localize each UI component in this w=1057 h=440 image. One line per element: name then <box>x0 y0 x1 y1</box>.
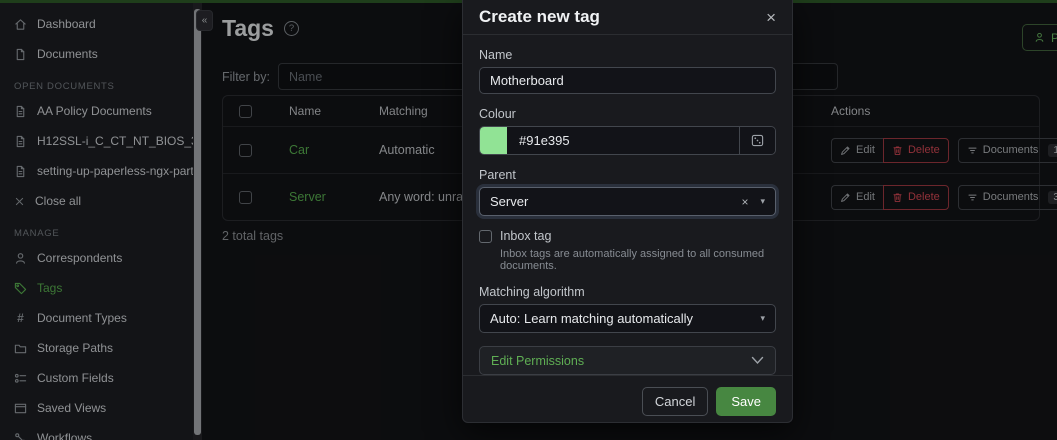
matching-algorithm-select[interactable]: Auto: Learn matching automatically ▾ <box>479 304 776 333</box>
colour-input-group <box>479 126 776 155</box>
matching-algorithm-value: Auto: Learn matching automatically <box>490 311 760 326</box>
create-tag-modal: Create new tag × Name Colour Parent <box>462 0 793 423</box>
modal-footer: Cancel Save <box>463 375 792 427</box>
matching-algorithm-label: Matching algorithm <box>479 285 776 299</box>
chevron-down-icon[interactable]: ▾ <box>760 196 765 207</box>
edit-permissions-accordion[interactable]: Edit Permissions <box>479 346 776 375</box>
inbox-tag-label: Inbox tag <box>500 229 551 243</box>
clear-parent-icon[interactable]: × <box>741 195 748 209</box>
chevron-down-icon[interactable]: ▾ <box>760 313 765 324</box>
parent-select[interactable]: Server × ▾ <box>479 187 776 216</box>
chevron-down-icon <box>751 356 764 365</box>
edit-permissions-label: Edit Permissions <box>491 354 584 368</box>
random-colour-button[interactable] <box>739 127 775 154</box>
save-button[interactable]: Save <box>716 387 776 416</box>
name-field-label: Name <box>479 48 776 62</box>
modal-body: Name Colour Parent Server × ▾ <box>463 35 792 375</box>
colour-hex-input[interactable] <box>507 127 739 154</box>
inbox-tag-hint: Inbox tags are automatically assigned to… <box>500 248 776 272</box>
tag-name-input[interactable] <box>479 67 776 94</box>
modal-title: Create new tag <box>479 7 600 27</box>
modal-close-icon[interactable]: × <box>766 9 776 26</box>
colour-swatch[interactable] <box>480 127 507 154</box>
paperless-app: Dashboard Documents OPEN DOCUMENTS AA Po… <box>0 0 1057 440</box>
inbox-tag-checkbox[interactable] <box>479 230 492 243</box>
parent-select-value: Server <box>490 194 741 209</box>
modal-header: Create new tag × <box>463 0 792 35</box>
cancel-button[interactable]: Cancel <box>642 387 708 416</box>
parent-field-label: Parent <box>479 168 776 182</box>
colour-field-label: Colour <box>479 107 776 121</box>
dice-icon <box>751 134 764 147</box>
inbox-tag-row: Inbox tag <box>479 229 776 243</box>
